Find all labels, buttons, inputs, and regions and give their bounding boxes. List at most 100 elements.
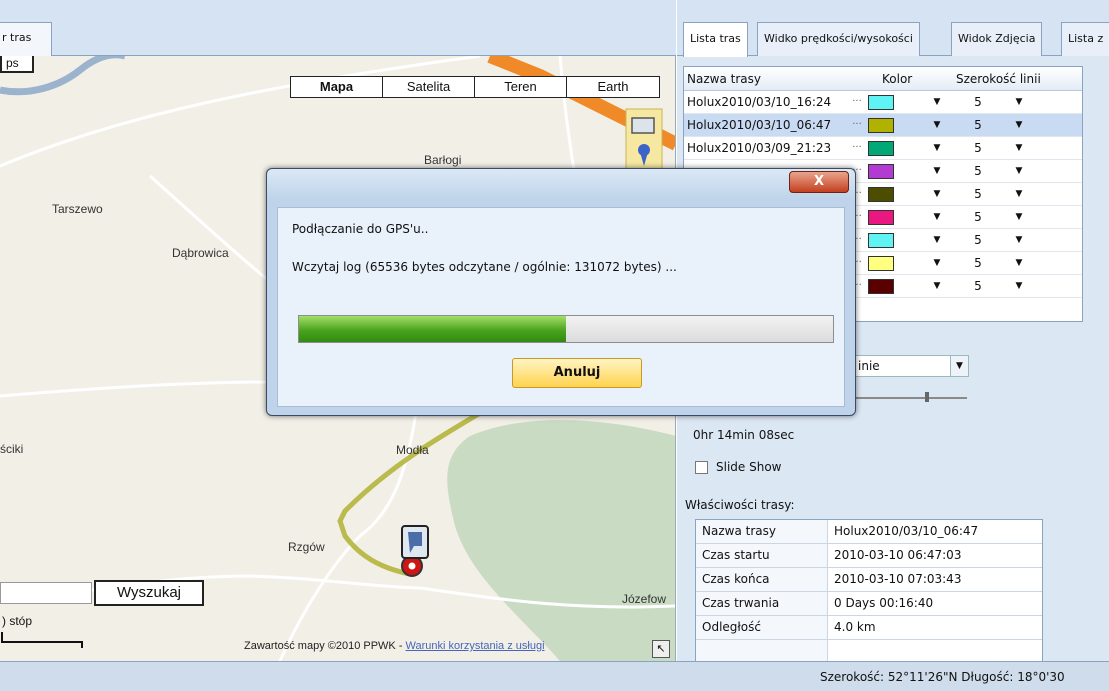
edit-name-button[interactable]: ···: [848, 114, 866, 136]
copyright-text: Zawartość mapy ©2010 PPWK -: [244, 640, 406, 652]
property-row: Czas startu 2010-03-10 06:47:03: [696, 544, 1042, 568]
track-properties-title: Właściwości trasy:: [685, 498, 795, 512]
track-row[interactable]: Holux2010/03/09_21:23 ··· ▼ 5 ▼: [684, 137, 1082, 160]
property-value[interactable]: 2010-03-10 07:03:43: [828, 568, 1042, 591]
chevron-down-icon[interactable]: ▼: [926, 275, 948, 297]
color-swatch: [868, 140, 894, 156]
edit-name-button[interactable]: ···: [848, 137, 866, 159]
property-value[interactable]: Holux2010/03/10_06:47: [828, 520, 1042, 543]
loading-message: Wczytaj log (65536 bytes odczytane / ogó…: [292, 260, 677, 274]
property-row: Czas końca 2010-03-10 07:03:43: [696, 568, 1042, 592]
map-layer-button[interactable]: ps: [0, 56, 34, 73]
cancel-button[interactable]: Anuluj: [512, 358, 642, 388]
color-swatch: [868, 232, 894, 248]
track-line-width[interactable]: 5: [948, 91, 1008, 113]
slideshow-option[interactable]: Slide Show: [695, 460, 781, 474]
chevron-down-icon[interactable]: ▼: [1008, 252, 1030, 274]
track-color[interactable]: [866, 183, 926, 205]
chevron-down-icon[interactable]: ▼: [926, 114, 948, 136]
track-line-width[interactable]: 5: [948, 183, 1008, 205]
chevron-down-icon[interactable]: ▼: [1008, 229, 1030, 251]
chevron-down-icon[interactable]: ▼: [1008, 114, 1030, 136]
tab-route-editor[interactable]: r tras: [0, 22, 52, 56]
property-key: Nazwa trasy: [696, 520, 828, 543]
track-color[interactable]: [866, 275, 926, 297]
chevron-down-icon[interactable]: ▼: [926, 252, 948, 274]
place-label-rzgow: Rzgów: [288, 540, 325, 554]
property-value[interactable]: 4.0 km: [828, 616, 1042, 639]
slider-thumb[interactable]: [925, 392, 929, 402]
property-row: Odległość 4.0 km: [696, 616, 1042, 640]
slideshow-checkbox[interactable]: [695, 460, 708, 474]
column-header-color[interactable]: Kolor: [866, 67, 948, 90]
map-corner-button[interactable]: ↖: [652, 640, 670, 658]
chevron-down-icon[interactable]: ▼: [926, 183, 948, 205]
column-header-name[interactable]: Nazwa trasy: [684, 67, 866, 90]
edit-name-button[interactable]: ···: [848, 91, 866, 113]
chevron-down-icon[interactable]: ▼: [926, 91, 948, 113]
chevron-down-icon[interactable]: ▼: [1008, 275, 1030, 297]
map-scale-bar: [1, 632, 83, 648]
tab-speed-altitude[interactable]: Widko prędkości/wysokości: [757, 22, 920, 56]
track-color[interactable]: [866, 137, 926, 159]
place-label-sciki: ściki: [0, 442, 24, 456]
chevron-down-icon[interactable]: ▼: [1008, 160, 1030, 182]
chevron-down-icon[interactable]: ▼: [1008, 137, 1030, 159]
track-row[interactable]: Holux2010/03/10_16:24 ··· ▼ 5 ▼: [684, 91, 1082, 114]
track-row[interactable]: Holux2010/03/10_06:47 ··· ▼ 5 ▼: [684, 114, 1082, 137]
color-swatch: [868, 186, 894, 202]
track-color[interactable]: [866, 114, 926, 136]
track-line-width[interactable]: 5: [948, 137, 1008, 159]
track-color[interactable]: [866, 206, 926, 228]
chevron-down-icon[interactable]: ▼: [926, 229, 948, 251]
maptype-map[interactable]: Mapa: [291, 77, 383, 97]
coordinates-readout: Szerokość: 52°11'26"N Długość: 18°0'30: [820, 670, 1065, 684]
property-key: Odległość: [696, 616, 828, 639]
property-row: Nazwa trasy Holux2010/03/10_06:47: [696, 520, 1042, 544]
gps-track-marker[interactable]: [401, 525, 429, 577]
track-line-width[interactable]: 5: [948, 160, 1008, 182]
maptype-terrain[interactable]: Teren: [475, 77, 567, 97]
tab-list-more[interactable]: Lista z: [1061, 22, 1109, 56]
track-line-width[interactable]: 5: [948, 229, 1008, 251]
column-header-width[interactable]: Szerokość linii: [948, 67, 1068, 90]
chevron-down-icon[interactable]: ▼: [1008, 91, 1030, 113]
chevron-down-icon[interactable]: ▼: [1008, 183, 1030, 205]
maptype-earth[interactable]: Earth: [567, 77, 659, 97]
property-value[interactable]: 2010-03-10 06:47:03: [828, 544, 1042, 567]
dialog-title-bar[interactable]: X: [267, 169, 855, 199]
gps-download-dialog: X Podłączanie do GPS'u.. Wczytaj log (65…: [266, 168, 856, 416]
tab-track-list[interactable]: Lista tras: [683, 22, 748, 57]
track-line-width[interactable]: 5: [948, 252, 1008, 274]
track-color[interactable]: [866, 91, 926, 113]
chevron-down-icon[interactable]: ▼: [950, 356, 968, 376]
track-color[interactable]: [866, 252, 926, 274]
track-line-width[interactable]: 5: [948, 275, 1008, 297]
chevron-down-icon[interactable]: ▼: [926, 137, 948, 159]
maptype-satellite[interactable]: Satelita: [383, 77, 475, 97]
track-properties-table: Nazwa trasy Holux2010/03/10_06:47 Czas sta…: [695, 519, 1043, 665]
color-swatch: [868, 94, 894, 110]
terms-link[interactable]: Warunki korzystania z usługi: [406, 640, 545, 652]
search-button[interactable]: Wyszukaj: [94, 580, 204, 606]
track-line-width[interactable]: 5: [948, 114, 1008, 136]
track-line-width[interactable]: 5: [948, 206, 1008, 228]
track-name: Holux2010/03/10_06:47: [687, 118, 832, 132]
map-search-input[interactable]: [0, 582, 92, 604]
track-duration: 0hr 14min 08sec: [693, 428, 795, 442]
track-color[interactable]: [866, 160, 926, 182]
chevron-down-icon[interactable]: ▼: [1008, 206, 1030, 228]
map-type-switcher: Mapa Satelita Teren Earth: [290, 76, 660, 98]
close-button[interactable]: X: [789, 171, 849, 193]
tab-photo-view[interactable]: Widok Zdjęcia: [951, 22, 1043, 56]
property-value[interactable]: 0 Days 00:16:40: [828, 592, 1042, 615]
map-pin-icon[interactable]: [625, 108, 663, 174]
speed-slider[interactable]: [847, 397, 967, 399]
left-tab-bar: r tras: [0, 0, 676, 56]
display-combo[interactable]: inie ▼: [853, 355, 969, 377]
chevron-down-icon[interactable]: ▼: [926, 206, 948, 228]
chevron-down-icon[interactable]: ▼: [926, 160, 948, 182]
combo-value: inie: [858, 359, 880, 373]
track-color[interactable]: [866, 229, 926, 251]
property-key: Czas końca: [696, 568, 828, 591]
